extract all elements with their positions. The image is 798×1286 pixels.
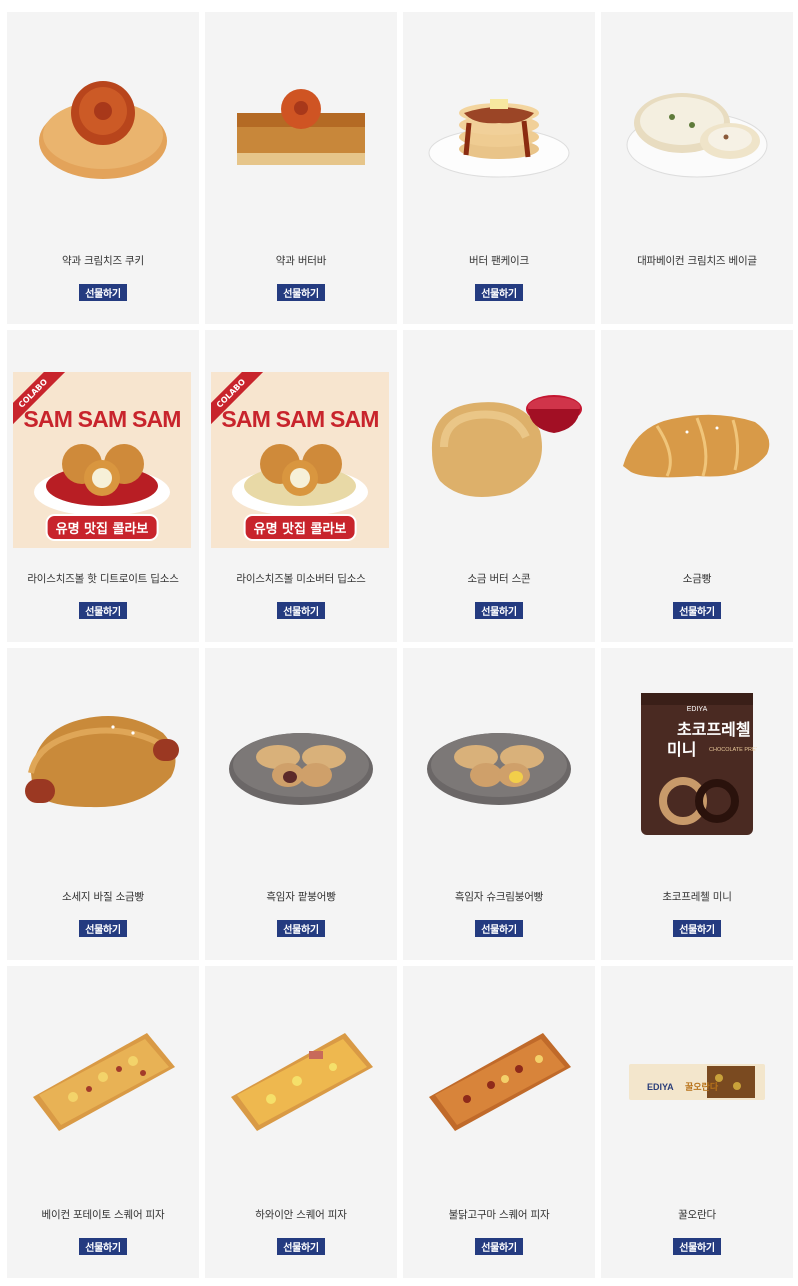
product-name[interactable]: 소금 버터 스콘 — [403, 571, 595, 586]
scone-image[interactable] — [403, 330, 595, 562]
gift-button[interactable]: 선물하기 — [79, 1238, 127, 1255]
pizza-buldak-image[interactable] — [403, 966, 595, 1198]
product-name[interactable]: 라이스치즈볼 미소버터 딥소스 — [205, 571, 397, 586]
gift-button[interactable]: 선물하기 — [277, 1238, 325, 1255]
gift-button[interactable]: 선물하기 — [475, 602, 523, 619]
gift-button[interactable]: 선물하기 — [475, 920, 523, 937]
bagel-image[interactable] — [601, 12, 793, 244]
product-name[interactable]: 버터 팬케이크 — [403, 253, 595, 268]
gift-button[interactable]: 선물하기 — [79, 284, 127, 301]
oranda-bar-image[interactable]: EDIYA 꿀오란다 — [601, 966, 793, 1198]
product-name[interactable]: 흑임자 팥붕어빵 — [205, 889, 397, 904]
gift-button[interactable]: 선물하기 — [277, 284, 325, 301]
product-card[interactable]: 대파베이컨 크림치즈 베이글 — [601, 12, 793, 324]
gift-button[interactable]: 선물하기 — [79, 920, 127, 937]
yakgwa-cookie-image[interactable] — [7, 12, 199, 244]
product-card[interactable]: 소금 버터 스콘선물하기 — [403, 330, 595, 642]
pizza-hawaiian-image[interactable] — [205, 966, 397, 1198]
svg-text:EDIYA: EDIYA — [647, 1082, 674, 1092]
product-name[interactable]: 불닭고구마 스퀘어 피자 — [403, 1207, 595, 1222]
gift-button[interactable]: 선물하기 — [673, 602, 721, 619]
product-card[interactable]: 하와이안 스퀘어 피자선물하기 — [205, 966, 397, 1278]
product-card[interactable]: 소세지 바질 소금빵선물하기 — [7, 648, 199, 960]
product-name[interactable]: 하와이안 스퀘어 피자 — [205, 1207, 397, 1222]
collab-image: COLABO SAM SAM SAM 유명 맛집 콜라보 — [13, 372, 191, 548]
product-card[interactable]: 버터 팬케이크선물하기 — [403, 12, 595, 324]
collab-image: COLABO SAM SAM SAM 유명 맛집 콜라보 — [211, 372, 389, 548]
pretzel-bag-image[interactable]: EDIYA 초코프레첼미니 CHOCOLATE PRETZEL MINI — [601, 648, 793, 880]
product-card[interactable]: 약과 크림치즈 쿠키선물하기 — [7, 12, 199, 324]
svg-text:EDIYA: EDIYA — [687, 706, 708, 713]
saltbread-image[interactable] — [601, 330, 793, 562]
product-card[interactable]: 불닭고구마 스퀘어 피자선물하기 — [403, 966, 595, 1278]
collab-cream-image[interactable]: COLABO SAM SAM SAM 유명 맛집 콜라보 — [205, 330, 397, 562]
product-name[interactable]: 약과 크림치즈 쿠키 — [7, 253, 199, 268]
product-card[interactable]: EDIYA 초코프레첼미니 CHOCOLATE PRETZEL MINI 초코프레첼 … — [601, 648, 793, 960]
bungeo-cream-image[interactable] — [403, 648, 595, 880]
product-name[interactable]: 흑임자 슈크림붕어빵 — [403, 889, 595, 904]
gift-button[interactable]: 선물하기 — [475, 1238, 523, 1255]
gift-button[interactable]: 선물하기 — [673, 1238, 721, 1255]
gift-button[interactable]: 선물하기 — [79, 602, 127, 619]
yakgwa-butterbar-image[interactable] — [205, 12, 397, 244]
collab-red-image[interactable]: COLABO SAM SAM SAM 유명 맛집 콜라보 — [7, 330, 199, 562]
bungeo-red-image[interactable] — [205, 648, 397, 880]
product-card[interactable]: 베이컨 포테이토 스퀘어 피자선물하기 — [7, 966, 199, 1278]
svg-text:초코프레첼: 초코프레첼 — [677, 720, 751, 739]
product-grid: 약과 크림치즈 쿠키 선물하기 약과 버터바 선물하기 버터 팬케이크 선물하기 대파베이컨… — [7, 12, 793, 1278]
gift-button[interactable]: 선물하기 — [277, 602, 325, 619]
product-name[interactable]: 베이컨 포테이토 스퀘어 피자 — [7, 1207, 199, 1222]
product-name[interactable]: 소세지 바질 소금빵 — [7, 889, 199, 904]
product-name[interactable]: 소금빵 — [601, 571, 793, 586]
product-card[interactable]: COLABO SAM SAM SAM 유명 맛집 콜라보 라이스치즈볼 미소버터… — [205, 330, 397, 642]
pizza-bacon-image[interactable] — [7, 966, 199, 1198]
svg-text:꿀오란다: 꿀오란다 — [685, 1081, 719, 1093]
product-name[interactable]: 약과 버터바 — [205, 253, 397, 268]
pancake-image[interactable] — [403, 12, 595, 244]
product-name[interactable]: 대파베이컨 크림치즈 베이글 — [601, 253, 793, 268]
product-name[interactable]: 꿀오란다 — [601, 1207, 793, 1222]
product-name[interactable]: 초코프레첼 미니 — [601, 889, 793, 904]
product-card[interactable]: COLABO SAM SAM SAM 유명 맛집 콜라보 라이스치즈볼 핫 디트… — [7, 330, 199, 642]
product-name[interactable]: 라이스치즈볼 핫 디트로이트 딥소스 — [7, 571, 199, 586]
gift-button[interactable]: 선물하기 — [475, 284, 523, 301]
svg-text:CHOCOLATE PRETZEL MINI: CHOCOLATE PRETZEL MINI — [709, 747, 757, 753]
svg-text:미니: 미니 — [667, 740, 696, 759]
product-card[interactable]: 약과 버터바선물하기 — [205, 12, 397, 324]
product-card[interactable]: 흑임자 슈크림붕어빵선물하기 — [403, 648, 595, 960]
product-card[interactable]: 흑임자 팥붕어빵선물하기 — [205, 648, 397, 960]
product-card[interactable]: 소금빵선물하기 — [601, 330, 793, 642]
gift-button[interactable]: 선물하기 — [277, 920, 325, 937]
gift-button[interactable]: 선물하기 — [673, 920, 721, 937]
product-card[interactable]: EDIYA 꿀오란다 꿀오란다 선물하기 — [601, 966, 793, 1278]
sausage-bread-image[interactable] — [7, 648, 199, 880]
